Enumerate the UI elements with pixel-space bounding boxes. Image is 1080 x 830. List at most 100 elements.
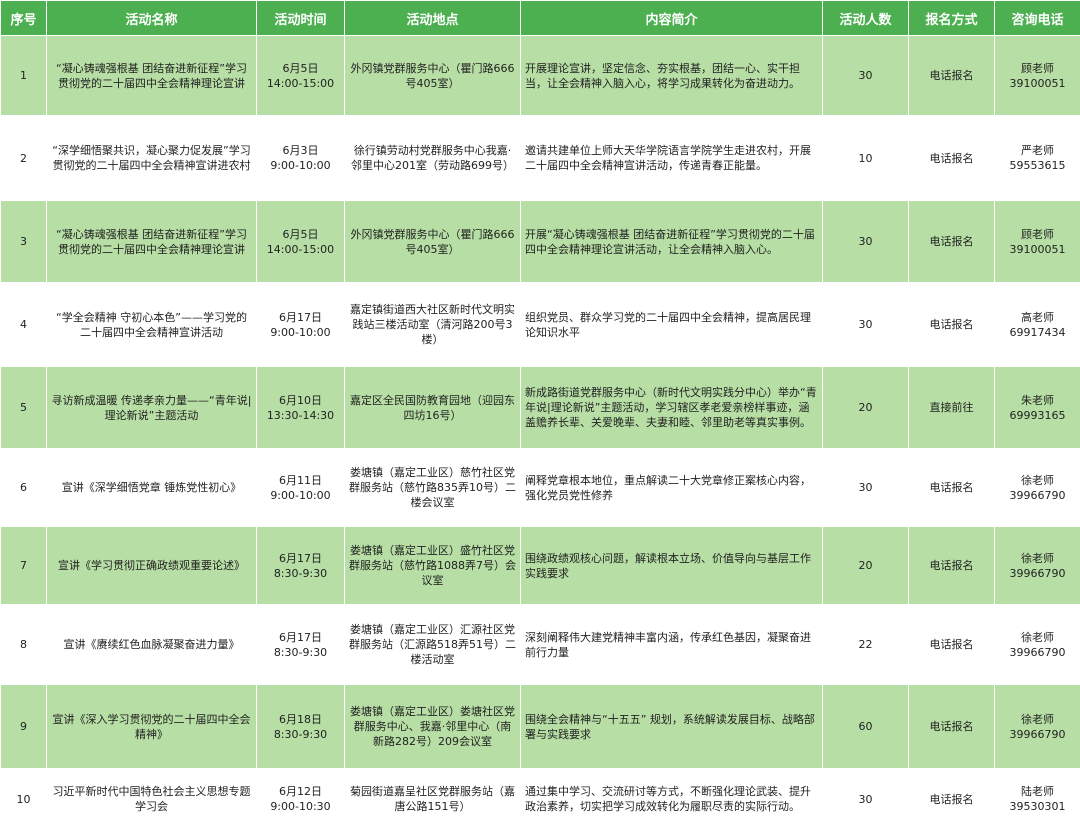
activity-location: 外冈镇党群服务中心（瞿门路666号405室）	[345, 36, 521, 116]
contact-phone: 39100051	[999, 76, 1076, 91]
contact-cell: 朱老师69993165	[995, 367, 1080, 449]
activity-hours: 8:30-9:30	[261, 645, 340, 660]
signup-method: 电话报名	[909, 201, 995, 283]
participant-count: 10	[823, 116, 909, 201]
activity-name: 宣讲《深学细悟党章 锤炼党性初心》	[47, 449, 257, 527]
table-row: 9 宣讲《深入学习贯彻党的二十届四中全会精神》 6月18日8:30-9:30 娄…	[1, 685, 1080, 769]
table-row: 3 “凝心铸魂强根基 团结奋进新征程”学习贯彻党的二十届四中全会精神理论宣讲 6…	[1, 201, 1080, 283]
activity-date: 6月3日	[261, 143, 340, 158]
table-row: 5 寻访新成温暖 传递孝亲力量——“青年说|理论新说”主题活动 6月10日13:…	[1, 367, 1080, 449]
activity-date: 6月5日	[261, 227, 340, 242]
activity-time: 6月11日9:00-10:00	[257, 449, 345, 527]
contact-name: 徐老师	[999, 712, 1076, 727]
row-number: 9	[1, 685, 47, 769]
contact-cell: 徐老师39966790	[995, 605, 1080, 685]
header-cell: 内容简介	[521, 1, 823, 36]
activity-time: 6月12日9:00-10:30	[257, 769, 345, 830]
contact-name: 徐老师	[999, 473, 1076, 488]
contact-phone: 39966790	[999, 645, 1076, 660]
activity-time: 6月5日14:00-15:00	[257, 201, 345, 283]
header-cell: 报名方式	[909, 1, 995, 36]
activity-location: 菊园街道嘉呈社区党群服务站（嘉唐公路151号）	[345, 769, 521, 830]
activity-time: 6月3日9:00-10:00	[257, 116, 345, 201]
participant-count: 30	[823, 36, 909, 116]
activity-date: 6月17日	[261, 551, 340, 566]
activity-date: 6月10日	[261, 393, 340, 408]
contact-cell: 陆老师39530301	[995, 769, 1080, 830]
header-cell: 序号	[1, 1, 47, 36]
activity-location: 娄塘镇（嘉定工业区）娄塘社区党群服务中心、我嘉·邻里中心（南新路282号）209…	[345, 685, 521, 769]
activity-description: 通过集中学习、交流研讨等方式，不断强化理论武装、提升政治素养，切实把学习成效转化…	[521, 769, 823, 830]
activity-location: 外冈镇党群服务中心（瞿门路666号405室）	[345, 201, 521, 283]
signup-method: 电话报名	[909, 116, 995, 201]
activity-name: 宣讲《深入学习贯彻党的二十届四中全会精神》	[47, 685, 257, 769]
activity-date: 6月18日	[261, 712, 340, 727]
participant-count: 30	[823, 201, 909, 283]
activity-time: 6月17日9:00-10:00	[257, 283, 345, 367]
contact-name: 徐老师	[999, 551, 1076, 566]
table-row: 1 “凝心铸魂强根基 团结奋进新征程”学习贯彻党的二十届四中全会精神理论宣讲 6…	[1, 36, 1080, 116]
row-number: 2	[1, 116, 47, 201]
contact-cell: 高老师69917434	[995, 283, 1080, 367]
activity-name: “深学细悟聚共识，凝心聚力促发展”学习贯彻党的二十届四中全会精神宣讲进农村	[47, 116, 257, 201]
table-row: 2 “深学细悟聚共识，凝心聚力促发展”学习贯彻党的二十届四中全会精神宣讲进农村 …	[1, 116, 1080, 201]
contact-name: 严老师	[999, 143, 1076, 158]
contact-name: 朱老师	[999, 393, 1076, 408]
table-row: 8 宣讲《赓续红色血脉凝聚奋进力量》 6月17日8:30-9:30 娄塘镇（嘉定…	[1, 605, 1080, 685]
signup-method: 直接前往	[909, 367, 995, 449]
activity-location: 嘉定区全民国防教育园地（迎园东四坊16号）	[345, 367, 521, 449]
activity-time: 6月10日13:30-14:30	[257, 367, 345, 449]
header-row: 序号 活动名称 活动时间 活动地点 内容简介 活动人数 报名方式 咨询电话	[1, 1, 1080, 36]
activity-location: 娄塘镇（嘉定工业区）慈竹社区党群服务站（慈竹路835弄10号）二楼会议室	[345, 449, 521, 527]
header-cell: 活动人数	[823, 1, 909, 36]
participant-count: 20	[823, 367, 909, 449]
activity-description: 开展“凝心铸魂强根基 团结奋进新征程”学习贯彻党的二十届四中全会精神理论宣讲活动…	[521, 201, 823, 283]
activity-hours: 9:00-10:00	[261, 488, 340, 503]
activity-name: 寻访新成温暖 传递孝亲力量——“青年说|理论新说”主题活动	[47, 367, 257, 449]
header-cell: 活动名称	[47, 1, 257, 36]
activity-hours: 9:00-10:30	[261, 799, 340, 814]
signup-method: 电话报名	[909, 685, 995, 769]
contact-name: 顾老师	[999, 227, 1076, 242]
participant-count: 30	[823, 769, 909, 830]
contact-name: 陆老师	[999, 784, 1076, 799]
table-row: 10 习近平新时代中国特色社会主义思想专题学习会 6月12日9:00-10:30…	[1, 769, 1080, 830]
contact-name: 高老师	[999, 310, 1076, 325]
signup-method: 电话报名	[909, 36, 995, 116]
activity-description: 开展理论宣讲，坚定信念、夯实根基，团结一心、实干担当，让全会精神入脑入心，将学习…	[521, 36, 823, 116]
header-cell: 咨询电话	[995, 1, 1080, 36]
contact-name: 徐老师	[999, 630, 1076, 645]
activity-location: 娄塘镇（嘉定工业区）汇源社区党群服务站（汇源路518弄51号）二楼活动室	[345, 605, 521, 685]
activity-date: 6月17日	[261, 630, 340, 645]
contact-name: 顾老师	[999, 61, 1076, 76]
activity-description: 新成路街道党群服务中心（新时代文明实践分中心）举办“青年说|理论新说”主题活动，…	[521, 367, 823, 449]
activity-hours: 14:00-15:00	[261, 242, 340, 257]
activity-time: 6月17日8:30-9:30	[257, 605, 345, 685]
signup-method: 电话报名	[909, 605, 995, 685]
activity-name: “凝心铸魂强根基 团结奋进新征程”学习贯彻党的二十届四中全会精神理论宣讲	[47, 36, 257, 116]
contact-cell: 顾老师39100051	[995, 201, 1080, 283]
signup-method: 电话报名	[909, 527, 995, 605]
contact-phone: 39966790	[999, 727, 1076, 742]
activity-description: 组织党员、群众学习党的二十届四中全会精神，提高居民理论知识水平	[521, 283, 823, 367]
row-number: 10	[1, 769, 47, 830]
activity-hours: 8:30-9:30	[261, 566, 340, 581]
activity-location: 徐行镇劳动村党群服务中心我嘉·邻里中心201室（劳动路699号）	[345, 116, 521, 201]
activity-date: 6月17日	[261, 310, 340, 325]
activity-name: 宣讲《赓续红色血脉凝聚奋进力量》	[47, 605, 257, 685]
participant-count: 60	[823, 685, 909, 769]
contact-phone: 39966790	[999, 488, 1076, 503]
participant-count: 20	[823, 527, 909, 605]
contact-cell: 顾老师39100051	[995, 36, 1080, 116]
activity-description: 阐释党章根本地位，重点解读二十大党章修正案核心内容，强化党员党性修养	[521, 449, 823, 527]
activity-table: 序号 活动名称 活动时间 活动地点 内容简介 活动人数 报名方式 咨询电话 1 …	[0, 0, 1080, 830]
activity-hours: 9:00-10:00	[261, 325, 340, 340]
activity-time: 6月17日8:30-9:30	[257, 527, 345, 605]
activity-hours: 13:30-14:30	[261, 408, 340, 423]
activity-description: 深刻阐释伟大建党精神丰富内涵，传承红色基因，凝聚奋进前行力量	[521, 605, 823, 685]
activity-location: 娄塘镇（嘉定工业区）盛竹社区党群服务站（慈竹路1088弄7号）会议室	[345, 527, 521, 605]
activity-description: 围绕政绩观核心问题，解读根本立场、价值导向与基层工作实践要求	[521, 527, 823, 605]
activity-location: 嘉定镇街道西大社区新时代文明实践站三楼活动室（清河路200号3楼）	[345, 283, 521, 367]
row-number: 5	[1, 367, 47, 449]
table-row: 6 宣讲《深学细悟党章 锤炼党性初心》 6月11日9:00-10:00 娄塘镇（…	[1, 449, 1080, 527]
